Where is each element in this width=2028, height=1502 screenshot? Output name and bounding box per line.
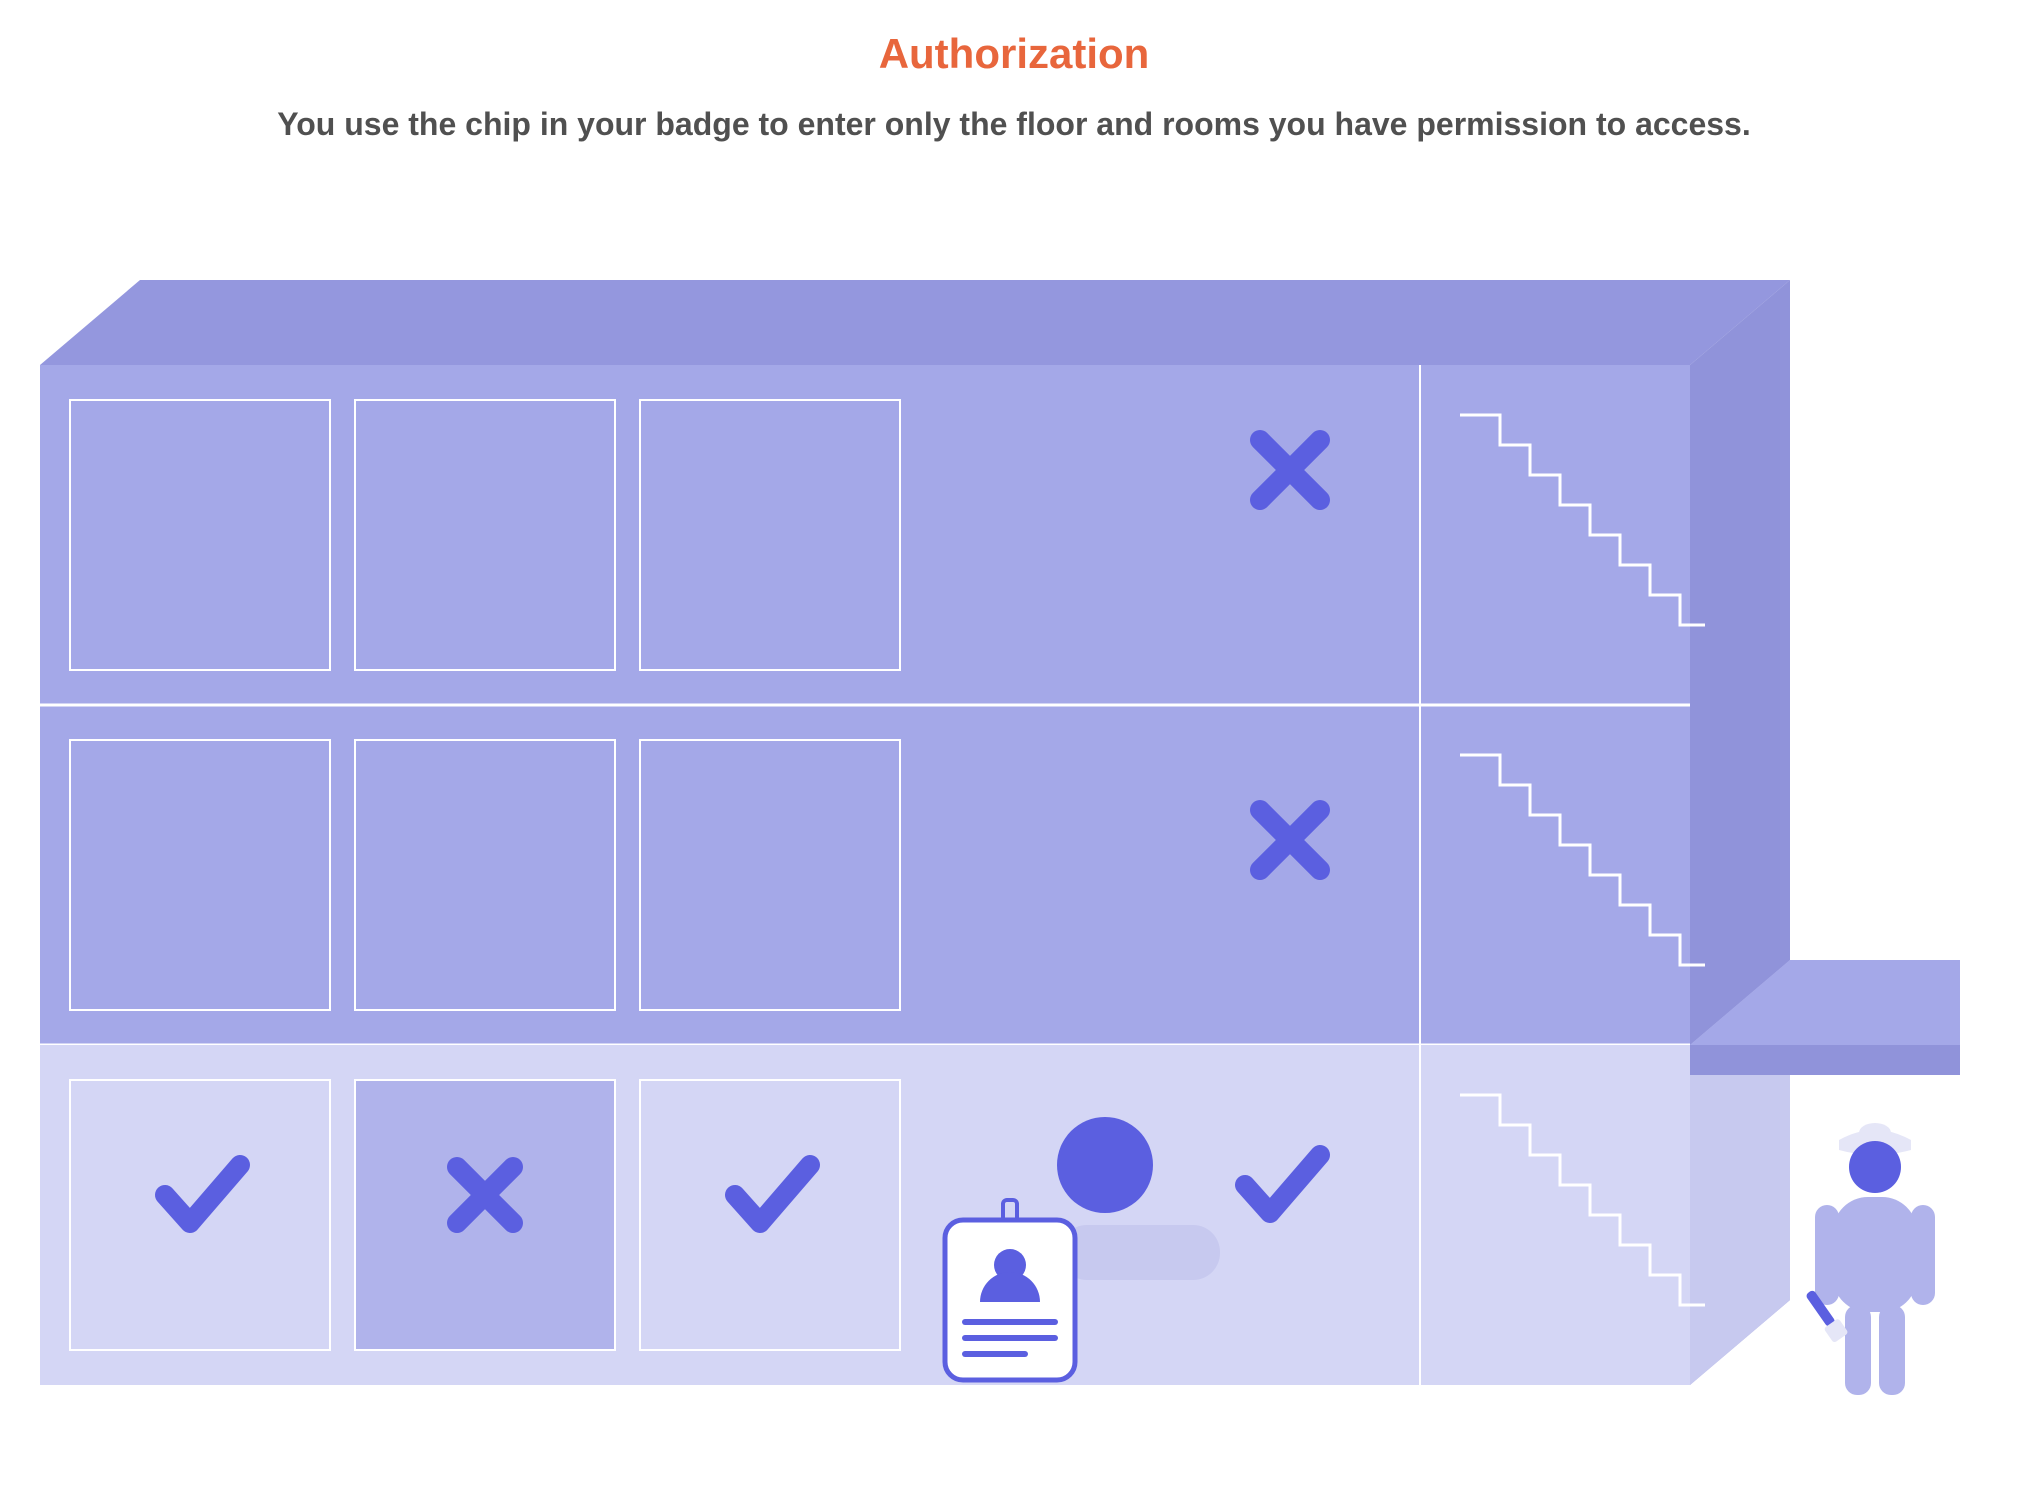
entrance-awning (1690, 1045, 1960, 1075)
authorization-diagram (20, 265, 1960, 1465)
room-2-denied (355, 1080, 615, 1350)
page-title: Authorization (0, 30, 2028, 78)
floor-1 (40, 1045, 1690, 1385)
security-guard-icon (1802, 1123, 1935, 1395)
page-subtitle: You use the chip in your badge to enter … (0, 106, 2028, 143)
badge-icon (945, 1200, 1075, 1380)
